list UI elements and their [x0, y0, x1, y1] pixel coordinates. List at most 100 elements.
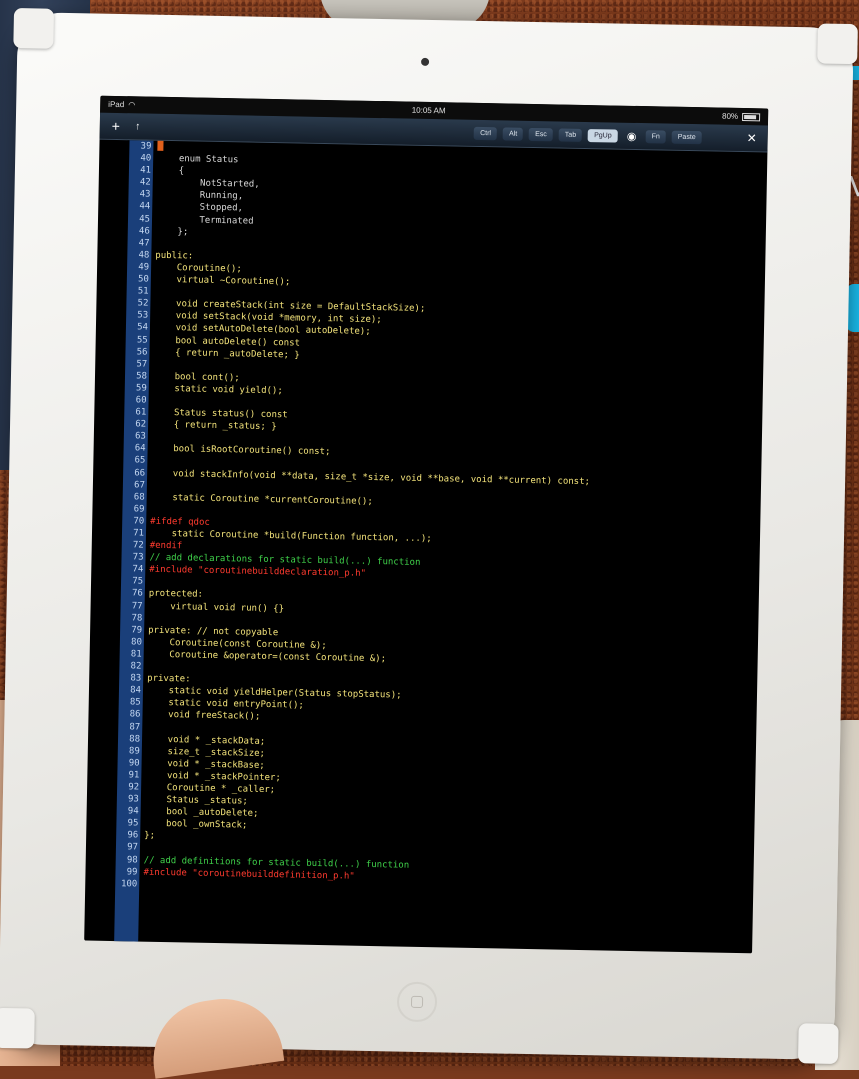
line-number: 64: [134, 443, 146, 454]
line-number: 94: [127, 806, 139, 817]
line-number: 48: [138, 250, 150, 261]
code-lines: 39 40 enum Status 41 {42 NotStarted, 43 Run…: [115, 140, 767, 902]
line-number: 99: [126, 866, 138, 878]
line-number: 53: [137, 310, 149, 321]
line-number: 75: [132, 576, 144, 587]
line-number: 70: [133, 516, 145, 527]
case-corner-bottom-right: [797, 1023, 839, 1065]
battery-icon: [742, 112, 761, 121]
text-cursor: [157, 140, 164, 151]
line-number: 50: [137, 274, 149, 285]
line-number: 73: [132, 552, 144, 563]
code-text: { return _status; }: [151, 419, 277, 433]
line-number: 62: [135, 419, 147, 430]
line-number: 67: [133, 480, 146, 491]
line-number: 78: [131, 613, 143, 624]
line-number: 43: [139, 189, 151, 201]
close-icon[interactable]: ✕: [744, 131, 760, 145]
line-number: 71: [133, 528, 145, 539]
line-number: 40: [140, 153, 152, 164]
code-editor[interactable]: 39 40 enum Status 41 {42 NotStarted, 43 Run…: [84, 140, 767, 954]
case-corner-top-right: [817, 23, 858, 65]
line-number: 83: [130, 673, 142, 684]
line-number: 97: [127, 842, 139, 853]
wifi-icon: ◠: [128, 100, 136, 110]
line-number: 95: [127, 818, 139, 829]
code-text: protected:: [148, 589, 204, 601]
code-text: };: [155, 226, 189, 238]
battery-percent: 80%: [721, 111, 739, 121]
line-number: 61: [135, 407, 147, 418]
line-number: 47: [138, 238, 150, 249]
line-number: 92: [128, 782, 140, 793]
line-number: 44: [139, 201, 151, 213]
line-number: 89: [128, 746, 140, 757]
line-number: 60: [135, 395, 147, 406]
line-number: 91: [128, 770, 140, 781]
line-number: 52: [137, 298, 149, 309]
line-number: 58: [136, 371, 148, 382]
esc-button[interactable]: Esc: [529, 127, 553, 141]
line-number: 46: [138, 226, 150, 237]
code-text: };: [144, 830, 156, 842]
line-number: 63: [134, 431, 146, 442]
case-corner-bottom-left: [0, 1007, 35, 1049]
line-number: 76: [131, 588, 143, 600]
line-number: 88: [129, 733, 141, 745]
line-number: 98: [126, 854, 138, 866]
line-number: 86: [129, 709, 141, 720]
line-number: 42: [139, 177, 151, 188]
line-number: 84: [130, 685, 142, 696]
line-number: 77: [131, 600, 143, 612]
code-text: #endif: [149, 540, 183, 552]
line-number: 39: [140, 141, 152, 152]
device-label: iPad: [108, 99, 125, 110]
pgup-button[interactable]: PgUp: [588, 128, 618, 143]
plus-icon[interactable]: +: [108, 118, 124, 134]
line-number: 96: [127, 830, 139, 841]
line-number: 80: [130, 637, 143, 648]
code-text: void freeStack();: [146, 710, 261, 723]
line-number: 55: [136, 334, 148, 346]
tab-button[interactable]: Tab: [558, 127, 583, 142]
line-number: 59: [135, 383, 147, 394]
fn-button[interactable]: Fn: [645, 129, 666, 144]
code-text: {: [156, 165, 185, 177]
line-number: 49: [138, 262, 150, 273]
line-number: 82: [130, 661, 142, 672]
line-number: 41: [140, 165, 152, 176]
line-number: 81: [130, 649, 142, 660]
line-number: 56: [136, 347, 148, 358]
line-number: 68: [133, 492, 145, 503]
code-text: public:: [155, 250, 194, 262]
home-button[interactable]: [396, 981, 438, 1023]
line-number: 65: [134, 455, 146, 467]
paste-button[interactable]: Paste: [671, 130, 702, 144]
line-number: 69: [133, 504, 145, 515]
line-number: 57: [136, 359, 148, 370]
ipad-device: iPad ◠ 10:05 AM 80% + ↑ Ctrl Alt Esc Tab…: [0, 7, 858, 1065]
code-text: static void yield();: [152, 383, 283, 397]
up-arrow-icon[interactable]: ↑: [130, 121, 146, 132]
record-icon[interactable]: ◉: [624, 129, 640, 142]
code-text: bool _ownStack;: [144, 818, 248, 831]
ctrl-button[interactable]: Ctrl: [473, 126, 498, 140]
line-number: 93: [127, 794, 139, 805]
alt-button[interactable]: Alt: [502, 126, 524, 141]
line-number: 45: [139, 213, 151, 225]
line-number: 90: [128, 758, 140, 769]
camera-icon: [421, 57, 430, 66]
